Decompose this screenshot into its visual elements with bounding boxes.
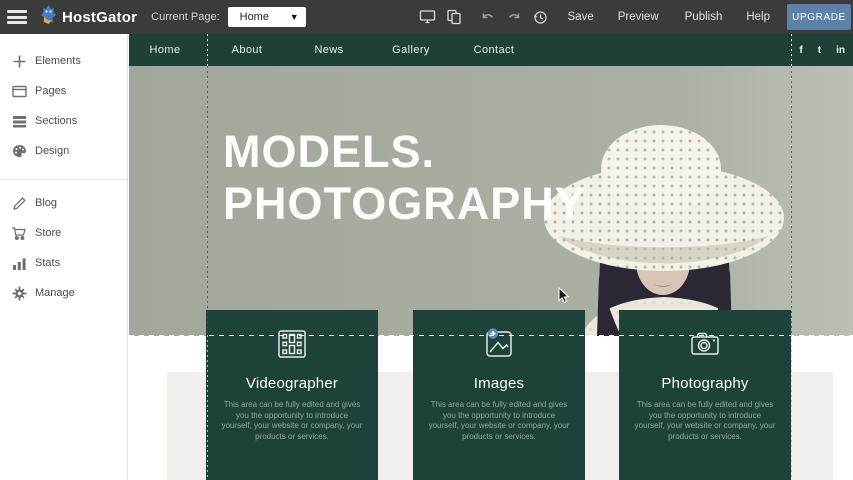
image-add-icon <box>413 327 585 366</box>
site-preview-canvas: Home About News Gallery Contact f t in <box>129 34 853 480</box>
sidebar-item-store[interactable]: Store <box>0 218 127 248</box>
sections-icon <box>11 113 27 129</box>
gear-icon <box>11 285 27 301</box>
hostgator-logo: HostGator <box>39 4 137 30</box>
pages-icon <box>11 83 27 99</box>
page-dropdown[interactable]: Home ▼ <box>228 7 306 27</box>
app-window: HostGator Current Page: Home ▼ <box>0 0 853 480</box>
save-button[interactable]: Save <box>568 11 594 23</box>
cart-icon <box>11 225 27 241</box>
gator-logo-icon <box>39 4 58 30</box>
card-body: This area can be fully edited and gives … <box>633 400 777 442</box>
site-nav-home[interactable]: Home <box>150 34 181 66</box>
pencil-icon <box>11 195 27 211</box>
camera-icon <box>619 327 791 366</box>
site-nav-contact[interactable]: Contact <box>474 34 515 66</box>
preview-button[interactable]: Preview <box>618 11 659 23</box>
history-icon[interactable] <box>532 8 550 26</box>
editor-sidebar: Elements Pages Sections Design Blog <box>0 34 128 480</box>
logo-text: HostGator <box>62 9 137 26</box>
card-body: This area can be fully edited and gives … <box>427 400 571 442</box>
plus-icon <box>11 53 27 69</box>
facebook-icon[interactable]: f <box>799 45 802 56</box>
card-title: Videographer <box>206 375 378 392</box>
site-nav-gallery[interactable]: Gallery <box>392 34 430 66</box>
film-icon <box>206 327 378 366</box>
chevron-down-icon: ▼ <box>290 12 299 22</box>
site-nav-news[interactable]: News <box>314 34 343 66</box>
publish-button[interactable]: Publish <box>685 11 723 23</box>
sidebar-item-pages[interactable]: Pages <box>0 76 127 106</box>
sidebar-item-elements[interactable]: Elements <box>0 46 127 76</box>
sidebar-divider <box>0 179 127 180</box>
desktop-view-icon[interactable] <box>419 8 437 26</box>
mobile-view-icon[interactable] <box>445 8 463 26</box>
twitter-icon[interactable]: t <box>818 45 821 56</box>
sidebar-item-manage[interactable]: Manage <box>0 278 127 308</box>
linkedin-icon[interactable]: in <box>836 45 845 56</box>
help-button[interactable]: Help <box>746 11 770 23</box>
card-body: This area can be fully edited and gives … <box>220 400 364 442</box>
redo-icon[interactable] <box>505 8 523 26</box>
site-navbar: Home About News Gallery Contact f t in <box>129 34 853 66</box>
stats-icon <box>11 255 27 271</box>
page-dropdown-value: Home <box>240 11 269 23</box>
social-links: f t in <box>799 34 845 66</box>
topbar-actions: Save Preview Publish Help UPGRADE <box>419 0 853 34</box>
sidebar-item-stats[interactable]: Stats <box>0 248 127 278</box>
undo-icon[interactable] <box>479 8 497 26</box>
card-title: Photography <box>619 375 791 392</box>
edit-boundary-bottom <box>129 335 853 336</box>
sidebar-item-blog[interactable]: Blog <box>0 188 127 218</box>
palette-icon <box>11 143 27 159</box>
hero-title[interactable]: MODELS. PHOTOGRAPHY <box>223 126 586 230</box>
sidebar-item-sections[interactable]: Sections <box>0 106 127 136</box>
sidebar-item-design[interactable]: Design <box>0 136 127 166</box>
hamburger-menu-icon[interactable] <box>7 10 27 24</box>
upgrade-button[interactable]: UPGRADE <box>787 4 851 30</box>
current-page-label: Current Page: <box>151 11 219 23</box>
hero-section[interactable]: MODELS. PHOTOGRAPHY <box>129 66 853 336</box>
site-nav-about[interactable]: About <box>232 34 263 66</box>
card-title: Images <box>413 375 585 392</box>
mouse-cursor <box>558 287 571 309</box>
editor-topbar: HostGator Current Page: Home ▼ <box>0 0 853 34</box>
